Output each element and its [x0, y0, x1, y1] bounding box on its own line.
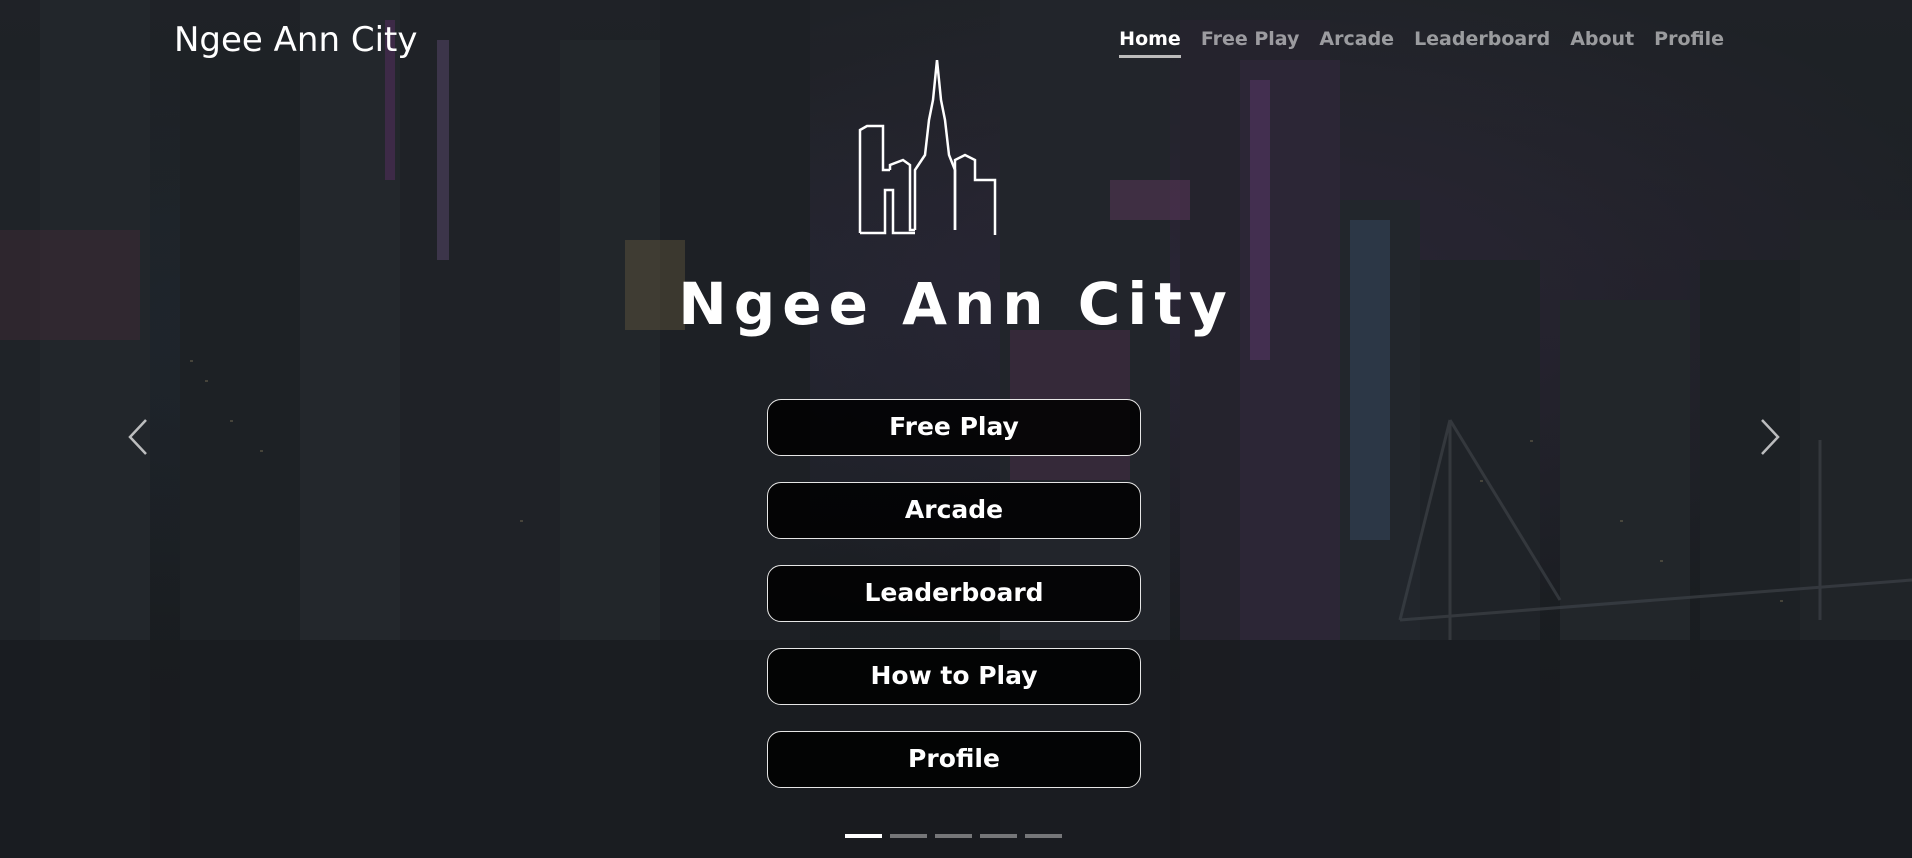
nav-item-home[interactable]: Home [1109, 28, 1191, 58]
chevron-left-icon[interactable] [118, 414, 158, 460]
nav-item-free-play[interactable]: Free Play [1191, 28, 1310, 50]
logo-title: Ngee Ann City [678, 270, 1234, 338]
navbar: Home Free Play Arcade Leaderboard About … [1109, 28, 1734, 58]
carousel-indicator[interactable] [1025, 834, 1062, 838]
arcade-button[interactable]: Arcade [767, 482, 1141, 539]
carousel-indicator[interactable] [890, 834, 927, 838]
chevron-right-icon[interactable] [1750, 414, 1790, 460]
carousel-indicator[interactable] [845, 834, 882, 838]
free-play-button[interactable]: Free Play [767, 399, 1141, 456]
leaderboard-button[interactable]: Leaderboard [767, 565, 1141, 622]
how-to-play-button[interactable]: How to Play [767, 648, 1141, 705]
nav-item-arcade[interactable]: Arcade [1309, 28, 1404, 50]
navbar-brand[interactable]: Ngee Ann City [174, 20, 417, 60]
profile-button[interactable]: Profile [767, 731, 1141, 788]
carousel-indicator[interactable] [935, 834, 972, 838]
hero-carousel: Ngee Ann City Home Free Play Arcade Lead… [0, 0, 1912, 858]
nav-item-profile[interactable]: Profile [1644, 28, 1734, 50]
carousel-indicator[interactable] [980, 834, 1017, 838]
nav-item-about[interactable]: About [1560, 28, 1644, 50]
city-skyline-icon [858, 60, 997, 235]
carousel-indicators [845, 834, 1062, 838]
nav-item-leaderboard[interactable]: Leaderboard [1404, 28, 1560, 50]
main-menu: Free Play Arcade Leaderboard How to Play… [767, 399, 1141, 814]
